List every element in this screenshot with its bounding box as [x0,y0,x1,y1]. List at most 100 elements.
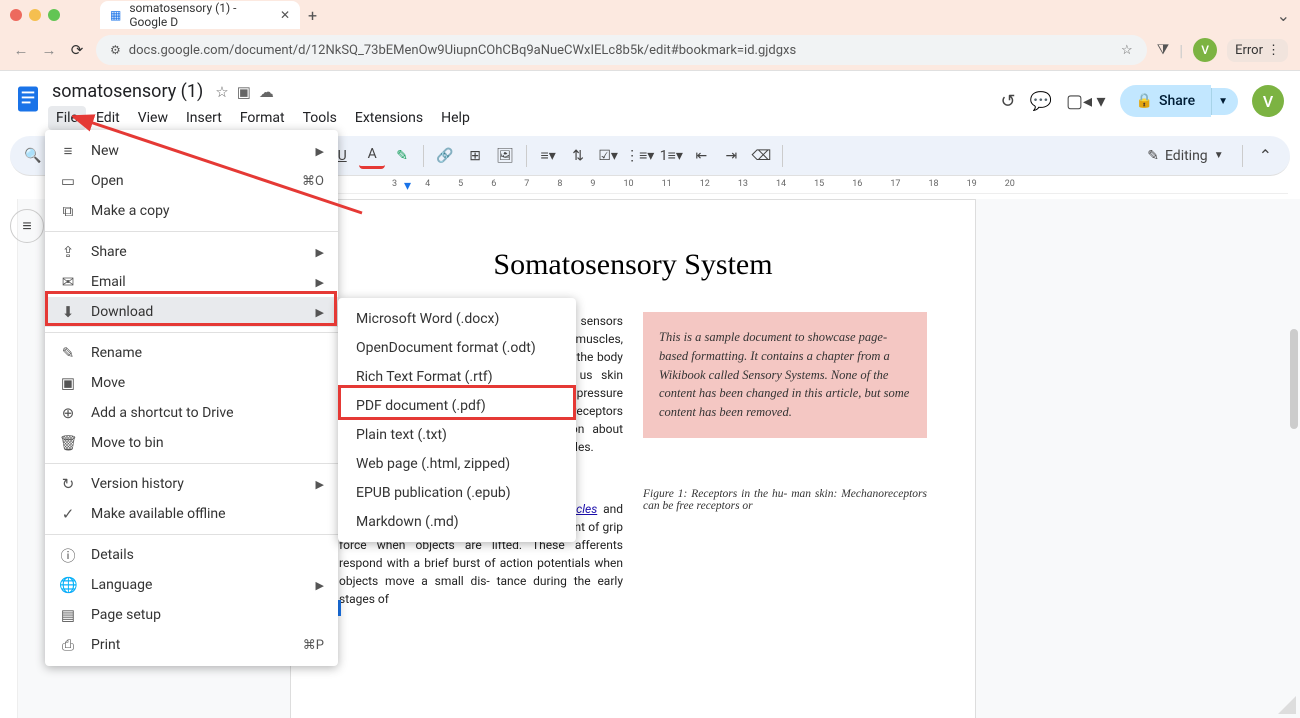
bullet-list-icon[interactable]: ⋮≡▾ [625,143,654,169]
file-menu-rename[interactable]: ✎Rename [45,338,338,368]
back-icon[interactable]: ← [12,41,30,59]
comment-icon[interactable]: ⊞ [462,143,488,169]
callout-box: This is a sample document to showcase pa… [643,312,927,438]
menu-item-icon: ▣ [59,374,77,392]
profile-avatar[interactable]: V [1193,38,1217,62]
download-option-rich[interactable]: Rich Text Format (.rtf) [338,362,576,391]
browser-tab[interactable]: ▦ somatosensory (1) - Google D ✕ [100,1,300,29]
file-menu-make-available-offline[interactable]: ✓Make available offline [45,499,338,529]
menu-format[interactable]: Format [232,106,293,130]
forward-icon: → [40,41,58,59]
download-option-plain[interactable]: Plain text (.txt) [338,420,576,449]
file-menu-language[interactable]: 🌐Language▶ [45,570,338,600]
menu-item-icon: ≡ [59,142,77,160]
file-menu-page-setup[interactable]: ▤Page setup [45,600,338,630]
menu-edit[interactable]: Edit [88,106,128,130]
search-menus-icon[interactable]: 🔍 [20,143,46,169]
file-menu-move-to-bin[interactable]: 🗑Move to bin [45,428,338,458]
outline-toggle-icon[interactable]: ≡ [10,209,44,243]
file-menu-details[interactable]: ⓘDetails [45,540,338,570]
menu-item-icon: ✓ [59,505,77,523]
submenu-arrow-icon: ▶ [316,276,324,289]
text-color-icon[interactable]: A [359,143,385,169]
checklist-icon[interactable]: ☑▾ [595,143,621,169]
menu-item-icon: ⧉ [59,202,77,220]
file-menu-add-a-shortcut-to-drive[interactable]: ⊕Add a shortcut to Drive [45,398,338,428]
menu-view[interactable]: View [130,106,176,130]
menu-tools[interactable]: Tools [295,106,345,130]
window-controls [10,9,60,21]
new-tab-button[interactable]: + [308,6,317,25]
file-menu-download[interactable]: ⬇Download▶ [45,297,338,327]
menu-item-icon: 🗑 [59,434,77,452]
download-option-opendocument[interactable]: OpenDocument format (.odt) [338,333,576,362]
account-avatar[interactable]: V [1252,85,1284,117]
download-option-web[interactable]: Web page (.html, zipped) [338,449,576,478]
clear-format-icon[interactable]: ⌫ [748,143,774,169]
submenu-arrow-icon: ▶ [316,579,324,592]
move-icon[interactable]: ▣ [237,83,251,101]
cloud-status-icon[interactable]: ☁ [259,83,274,101]
file-menu: ≡New▶▭Open⌘O⧉Make a copy ⇪Share▶✉Email▶⬇D… [45,130,338,666]
scrollbar[interactable] [1290,329,1298,429]
tabs-dropdown-icon[interactable]: ⌄ [1277,6,1290,25]
highlight-icon[interactable]: ✎ [389,143,415,169]
url-text: docs.google.com/document/d/12NkSQ_73bEMe… [129,43,796,58]
document-title[interactable]: somatosensory (1) [48,79,207,104]
menu-item-icon: ✎ [59,344,77,362]
lock-icon: 🔒 [1136,93,1153,109]
bookmark-icon[interactable]: ☆ [1121,43,1133,58]
menu-item-icon: ✉ [59,273,77,291]
pencil-icon: ✎ [1147,148,1159,164]
extensions-icon[interactable]: ⧩ [1157,42,1170,58]
star-icon[interactable]: ☆ [215,83,228,101]
download-option-markdown[interactable]: Markdown (.md) [338,507,576,536]
file-menu-move[interactable]: ▣Move [45,368,338,398]
file-menu-version-history[interactable]: ↻Version history▶ [45,469,338,499]
menu-insert[interactable]: Insert [178,106,230,130]
download-option-microsoft[interactable]: Microsoft Word (.docx) [338,304,576,333]
editing-mode-dropdown[interactable]: ✎ Editing ▼ [1137,144,1233,168]
address-bar[interactable]: ⚙ docs.google.com/document/d/12NkSQ_73bE… [96,35,1147,65]
menu-item-icon: ▭ [59,172,77,190]
menu-extensions[interactable]: Extensions [347,106,431,130]
meet-icon[interactable]: ▢◂ ▾ [1066,91,1106,112]
menu-file[interactable]: File [48,106,86,130]
file-menu-new[interactable]: ≡New▶ [45,136,338,166]
file-menu-email[interactable]: ✉Email▶ [45,267,338,297]
vertical-ruler[interactable] [0,199,18,718]
collapse-toolbar-icon[interactable]: ⌃ [1251,146,1280,165]
file-menu-share[interactable]: ⇪Share▶ [45,237,338,267]
docs-logo-icon[interactable] [8,79,48,119]
comments-icon[interactable]: 💬 [1030,91,1052,112]
align-icon[interactable]: ≡▾ [535,143,561,169]
number-list-icon[interactable]: 1≡▾ [658,143,684,169]
link-icon[interactable]: 🔗 [432,143,458,169]
reload-icon[interactable]: ⟳ [68,41,86,59]
file-menu-open[interactable]: ▭Open⌘O [45,166,338,196]
download-option-epub[interactable]: EPUB publication (.epub) [338,478,576,507]
file-menu-make-a-copy[interactable]: ⧉Make a copy [45,196,338,226]
site-settings-icon[interactable]: ⚙ [110,43,121,57]
image-icon[interactable]: 🖼 [492,143,518,169]
explore-icon[interactable] [1278,696,1296,714]
browser-titlebar: ▦ somatosensory (1) - Google D ✕ + ⌄ [0,0,1300,30]
close-window[interactable] [10,9,22,21]
menu-item-icon: ⊕ [59,404,77,422]
error-indicator[interactable]: Error⋮ [1227,39,1288,62]
indent-inc-icon[interactable]: ⇥ [718,143,744,169]
share-button[interactable]: 🔒 Share [1120,85,1212,117]
download-option-pdf[interactable]: PDF document (.pdf) [338,391,576,420]
history-icon[interactable]: ↺ [1000,91,1015,112]
menu-bar: File Edit View Insert Format Tools Exten… [48,106,1000,130]
line-spacing-icon[interactable]: ⇅ [565,143,591,169]
maximize-window[interactable] [48,9,60,21]
menu-help[interactable]: Help [433,106,478,130]
submenu-arrow-icon: ▶ [316,478,324,491]
file-menu-print[interactable]: ⎙Print⌘P [45,630,338,660]
close-tab-icon[interactable]: ✕ [280,8,290,22]
share-dropdown[interactable]: ▼ [1211,88,1238,115]
menu-item-icon: 🌐 [59,576,77,594]
indent-dec-icon[interactable]: ⇤ [688,143,714,169]
minimize-window[interactable] [29,9,41,21]
